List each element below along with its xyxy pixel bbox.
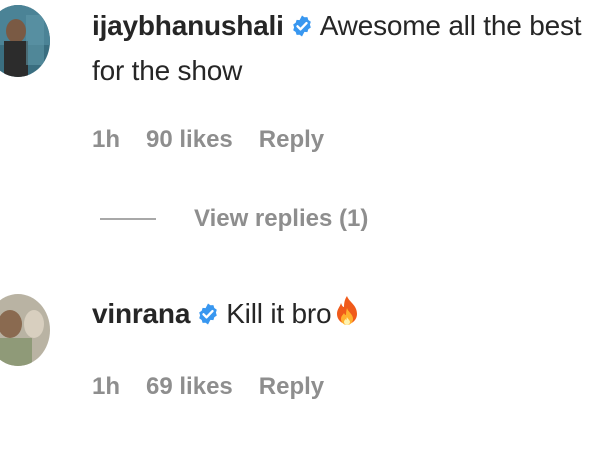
comment-time: 1h [92,373,121,400]
avatar[interactable] [0,294,50,366]
comment-message: Kill it bro [226,298,332,329]
view-replies-button[interactable]: View replies (1) [100,202,368,236]
avatar[interactable] [0,5,50,77]
reply-button[interactable]: Reply [259,373,324,400]
verified-badge-icon [290,8,314,50]
fire-emoji-icon [333,295,361,339]
reply-button[interactable]: Reply [259,126,324,153]
comment-likes[interactable]: 90 likes [146,126,233,153]
comment-likes[interactable]: 69 likes [146,373,233,400]
comment-time: 1h [92,126,121,153]
comment-username[interactable]: vinrana [92,298,190,329]
divider-line [100,218,156,220]
comment-username[interactable]: ijaybhanushali [92,10,284,41]
comment-text: ijaybhanushali Awesome all the best for t… [92,5,592,92]
view-replies-label: View replies (1) [194,205,369,232]
comment-text: vinrana Kill it bro [92,293,592,339]
comment-meta: 1h 90 likes Reply [92,126,350,154]
verified-badge-icon [196,296,220,338]
comment-meta: 1h 69 likes Reply [92,373,350,401]
